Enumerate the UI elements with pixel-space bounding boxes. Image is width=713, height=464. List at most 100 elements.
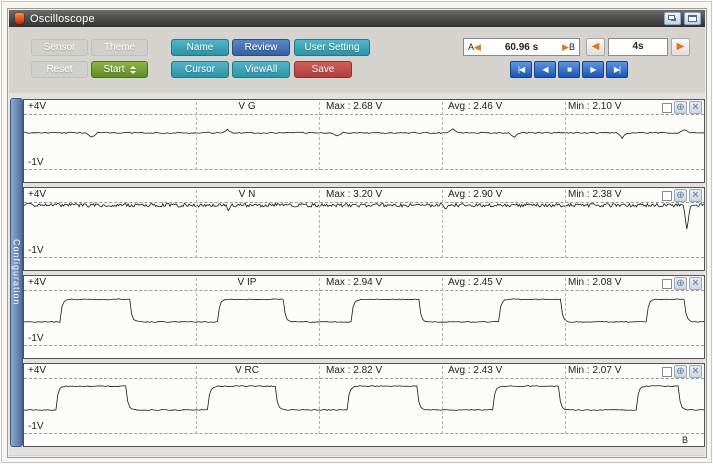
transport-stop-button[interactable]: ■ xyxy=(558,61,580,78)
b-right-arrow-icon: ▶ xyxy=(562,42,569,52)
transport-controls: |◀ ◀ ■ ▶ ▶| xyxy=(510,61,628,78)
channel-name: V G xyxy=(212,101,282,112)
zoom-icon: ⊕ xyxy=(676,191,684,201)
channel-checkbox[interactable] xyxy=(662,367,672,377)
channel-close-button[interactable]: × xyxy=(689,365,702,378)
channel-name: V N xyxy=(212,189,282,200)
top-voltage-label: +4V xyxy=(28,365,46,376)
time-window-display: 4s xyxy=(608,38,668,56)
channel-close-button[interactable]: × xyxy=(689,277,702,290)
channel-zoom-button[interactable]: ⊕ xyxy=(674,189,687,202)
transport-next-button[interactable]: ▶ xyxy=(582,61,604,78)
channel-avg: Avg : 2.90 V xyxy=(448,189,502,200)
user-setting-button[interactable]: User Setting xyxy=(294,39,370,56)
close-icon: × xyxy=(692,278,698,289)
view-all-button[interactable]: ViewAll xyxy=(232,61,290,78)
start-button[interactable]: Start xyxy=(91,61,148,78)
sensor-button[interactable]: Sensor xyxy=(31,39,88,56)
titlebar-window-button[interactable] xyxy=(684,12,701,25)
start-button-label: Start xyxy=(103,64,124,75)
skip-end-icon: ▶| xyxy=(614,66,620,74)
channel-min: Min : 2.38 V xyxy=(568,189,621,200)
channel-panel-vn: +4V V N Max : 3.20 V Avg : 2.90 V Min : … xyxy=(23,187,705,271)
desktop-background: Oscilloscope Sensor Theme Name Review Us… xyxy=(1,1,712,463)
channel-controls: ⊕ × xyxy=(662,101,702,114)
top-voltage-label: +4V xyxy=(28,277,46,288)
stop-icon: ■ xyxy=(567,66,571,74)
channel-avg: Avg : 2.43 V xyxy=(448,365,502,376)
transport-last-button[interactable]: ▶| xyxy=(606,61,628,78)
window-title: Oscilloscope xyxy=(30,13,95,25)
a-left-arrow-icon: ◀ xyxy=(474,42,481,52)
channel-checkbox[interactable] xyxy=(662,279,672,289)
save-button[interactable]: Save xyxy=(294,61,352,78)
top-voltage-label: +4V xyxy=(28,189,46,200)
time-step-back-button[interactable]: ◀ xyxy=(586,38,605,56)
left-arrow-icon: ◀ xyxy=(592,42,600,52)
channel-close-button[interactable]: × xyxy=(689,101,702,114)
time-window-value: 4s xyxy=(632,41,643,52)
time-step-forward-button[interactable]: ▶ xyxy=(671,38,690,56)
range-value: 60.96 s xyxy=(505,42,538,53)
bottom-voltage-label: -1V xyxy=(28,421,44,432)
channel-avg: Avg : 2.46 V xyxy=(448,101,502,112)
channel-close-button[interactable]: × xyxy=(689,189,702,202)
close-icon: × xyxy=(692,102,698,113)
next-icon: ▶ xyxy=(590,66,595,74)
oscilloscope-window: Oscilloscope Sensor Theme Name Review Us… xyxy=(7,8,707,458)
channel-max: Max : 2.82 V xyxy=(326,365,382,376)
close-icon: × xyxy=(692,190,698,201)
zoom-icon: ⊕ xyxy=(676,279,684,289)
window-icon xyxy=(688,15,697,22)
review-button[interactable]: Review xyxy=(232,39,290,56)
titlebar[interactable]: Oscilloscope xyxy=(9,10,705,27)
titlebar-buttons xyxy=(664,12,701,25)
channel-panel-vip: +4V V IP Max : 2.94 V Avg : 2.45 V Min :… xyxy=(23,275,705,359)
skip-start-icon: |◀ xyxy=(518,66,524,74)
right-arrow-icon: ▶ xyxy=(677,42,685,52)
transport-first-button[interactable]: |◀ xyxy=(510,61,532,78)
channel-zoom-button[interactable]: ⊕ xyxy=(674,101,687,114)
channel-name: V IP xyxy=(212,277,282,288)
bottom-voltage-label: -1V xyxy=(28,245,44,256)
start-updown-icon xyxy=(130,66,136,74)
channel-zoom-button[interactable]: ⊕ xyxy=(674,277,687,290)
configuration-tab[interactable]: Configuration xyxy=(10,98,23,447)
marker-a-group: A◀ xyxy=(468,42,481,52)
channel-max: Max : 3.20 V xyxy=(326,189,382,200)
channel-max: Max : 2.94 V xyxy=(326,277,382,288)
bottom-voltage-label: -1V xyxy=(28,333,44,344)
channel-controls: ⊕ × xyxy=(662,189,702,202)
channel-checkbox[interactable] xyxy=(662,103,672,113)
plot-area: Configuration +4V V G Max : 2.68 V Avg :… xyxy=(9,93,705,455)
channel-controls: ⊕ × xyxy=(662,365,702,378)
marker-b-label: B xyxy=(569,42,575,52)
channel-max: Max : 2.68 V xyxy=(326,101,382,112)
zoom-icon: ⊕ xyxy=(676,103,684,113)
titlebar-layout-button[interactable] xyxy=(664,12,681,25)
channel-panel-vrc: +4V V RC Max : 2.82 V Avg : 2.43 V Min :… xyxy=(23,363,705,447)
theme-button[interactable]: Theme xyxy=(91,39,148,56)
channel-panel-vg: +4V V G Max : 2.68 V Avg : 2.46 V Min : … xyxy=(23,99,705,183)
bottom-voltage-label: -1V xyxy=(28,157,44,168)
channel-min: Min : 2.08 V xyxy=(568,277,621,288)
cascade-icon xyxy=(668,15,675,20)
name-button[interactable]: Name xyxy=(171,39,229,56)
top-voltage-label: +4V xyxy=(28,101,46,112)
channel-controls: ⊕ × xyxy=(662,277,702,290)
channel-min: Min : 2.07 V xyxy=(568,365,621,376)
transport-prev-button[interactable]: ◀ xyxy=(534,61,556,78)
channel-avg: Avg : 2.45 V xyxy=(448,277,502,288)
cursor-button[interactable]: Cursor xyxy=(171,61,229,78)
cursor-b-marker: B xyxy=(682,435,688,445)
configuration-tab-label: Configuration xyxy=(12,239,22,306)
marker-b-group: ▶B xyxy=(562,42,575,52)
zoom-icon: ⊕ xyxy=(676,367,684,377)
prev-icon: ◀ xyxy=(542,66,547,74)
channel-zoom-button[interactable]: ⊕ xyxy=(674,365,687,378)
channel-min: Min : 2.10 V xyxy=(568,101,621,112)
reset-button[interactable]: Reset xyxy=(31,61,88,78)
app-icon xyxy=(15,13,24,24)
channel-checkbox[interactable] xyxy=(662,191,672,201)
ab-range-display: A◀ 60.96 s ▶B xyxy=(463,38,580,56)
